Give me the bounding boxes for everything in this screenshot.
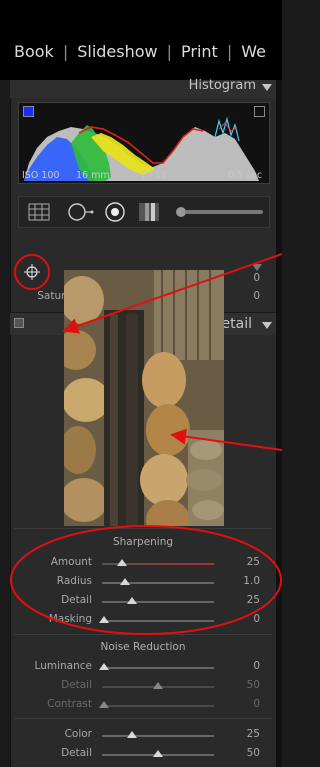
annotation-overlay [10,253,282,635]
annotation-ellipse [10,525,282,635]
annotation-arrow [62,253,282,334]
annotation-circle [14,254,50,290]
annotation-arrow [170,428,282,451]
